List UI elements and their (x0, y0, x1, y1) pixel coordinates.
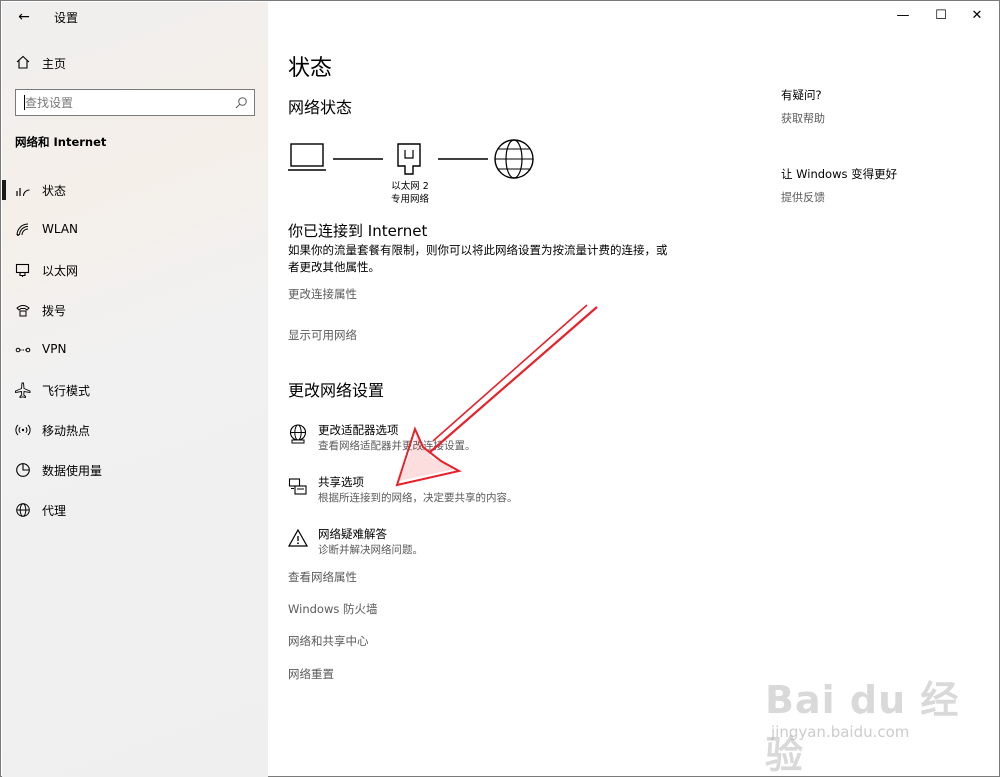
view-network-properties-link[interactable]: 查看网络属性 (288, 569, 357, 585)
wifi-icon (16, 223, 29, 236)
option-desc: 根据所连接到的网络，决定要共享的内容。 (318, 492, 518, 504)
sidebar-item-label: 移动热点 (42, 424, 91, 438)
sidebar-item-status[interactable]: 状态 (2, 170, 268, 210)
home-icon (16, 55, 30, 69)
sidebar-item-vpn[interactable]: VPN (2, 330, 268, 370)
sidebar-item-ethernet[interactable]: 以太网 (2, 250, 268, 290)
adapter-name: 以太网 2 (391, 181, 429, 192)
related-panel: 有疑问? 获取帮助 让 Windows 变得更好 提供反馈 (781, 87, 981, 205)
sidebar-item-label: 飞行模式 (42, 384, 91, 398)
back-button[interactable]: ← (14, 7, 34, 27)
option-desc: 诊断并解决网络问题。 (318, 544, 423, 556)
ethernet-adapter-icon (397, 143, 421, 175)
show-available-networks-link[interactable]: 显示可用网络 (288, 327, 357, 343)
settings-window: ← 设置 主页 网络和 Internet 状态 (0, 0, 1000, 777)
home-label: 主页 (42, 57, 67, 71)
sidebar-item-label: 状态 (42, 184, 67, 198)
sidebar-item-label: 数据使用量 (42, 464, 103, 478)
option-title: 共享选项 (318, 475, 364, 489)
get-help-link[interactable]: 获取帮助 (781, 110, 981, 126)
sidebar-item-hotspot[interactable]: 移动热点 (2, 410, 268, 450)
status-icon (16, 188, 30, 197)
hotspot-icon (15, 424, 31, 436)
data-usage-icon (16, 463, 30, 477)
airplane-icon (15, 382, 31, 398)
sharing-icon (288, 478, 307, 495)
network-sharing-center-link[interactable]: 网络和共享中心 (288, 633, 369, 649)
home-nav-item[interactable]: 主页 (2, 50, 268, 76)
title-bar: ← 设置 (2, 2, 268, 32)
app-title: 设置 (54, 11, 79, 25)
troubleshooter-item[interactable]: 网络疑难解答 诊断并解决网络问题。 (288, 526, 708, 566)
sidebar-item-airplane[interactable]: 飞行模式 (2, 370, 268, 410)
change-network-settings-heading: 更改网络设置 (288, 381, 385, 400)
give-feedback-link[interactable]: 提供反馈 (781, 189, 981, 205)
change-connection-properties-link[interactable]: 更改连接属性 (288, 286, 357, 302)
search-icon[interactable] (235, 96, 248, 109)
internet-globe-icon (494, 139, 534, 179)
proxy-globe-icon (16, 503, 30, 517)
sidebar-item-dialup[interactable]: 拨号 (2, 290, 268, 330)
sidebar-item-proxy[interactable]: 代理 (2, 490, 268, 530)
section-title: 网络和 Internet (15, 135, 107, 149)
sidebar-item-label: VPN (42, 342, 67, 356)
ethernet-icon (15, 263, 30, 277)
sidebar-item-label: 代理 (42, 504, 67, 518)
annotation-arrow (395, 304, 598, 487)
sidebar-item-label: WLAN (42, 222, 79, 236)
sidebar-item-data-usage[interactable]: 数据使用量 (2, 450, 268, 490)
sidebar-item-label: 拨号 (42, 304, 67, 318)
sidebar-item-wlan[interactable]: WLAN (2, 210, 268, 250)
sidebar-nav: 状态 WLAN 以太网 拨号 VPN 飞行模式 移动热点 数据使用量 代理 (2, 170, 268, 530)
windows-firewall-link[interactable]: Windows 防火墙 (288, 601, 378, 617)
baidu-watermark: Bai du 经验 jingyan.baidu.com (761, 669, 981, 777)
network-status-heading: 网络状态 (288, 98, 353, 117)
improve-windows-heading: 让 Windows 变得更好 (781, 167, 898, 181)
search-box[interactable] (15, 89, 255, 116)
sidebar-item-label: 以太网 (42, 264, 79, 278)
laptop-icon (288, 143, 326, 171)
vpn-icon (15, 347, 31, 353)
warning-icon (288, 528, 308, 547)
sidebar: ← 设置 主页 网络和 Internet 状态 (2, 2, 268, 777)
watermark-url: jingyan.baidu.com (771, 723, 910, 741)
connection-status-desc: 如果你的流量套餐有限制，则你可以将此网络设置为按流量计费的连接，或者更改其他属性… (288, 243, 668, 274)
help-heading: 有疑问? (781, 88, 822, 102)
connection-status-title: 你已连接到 Internet (288, 222, 428, 240)
search-input[interactable] (16, 90, 226, 115)
adapter-profile: 专用网络 (390, 194, 429, 205)
adapter-globe-icon (289, 424, 307, 444)
adapter-label: 以太网 2 专用网络 (380, 180, 440, 206)
network-reset-link[interactable]: 网络重置 (288, 666, 334, 682)
option-title: 网络疑难解答 (318, 527, 387, 541)
dialup-icon (16, 305, 30, 317)
page-title: 状态 (288, 56, 333, 81)
